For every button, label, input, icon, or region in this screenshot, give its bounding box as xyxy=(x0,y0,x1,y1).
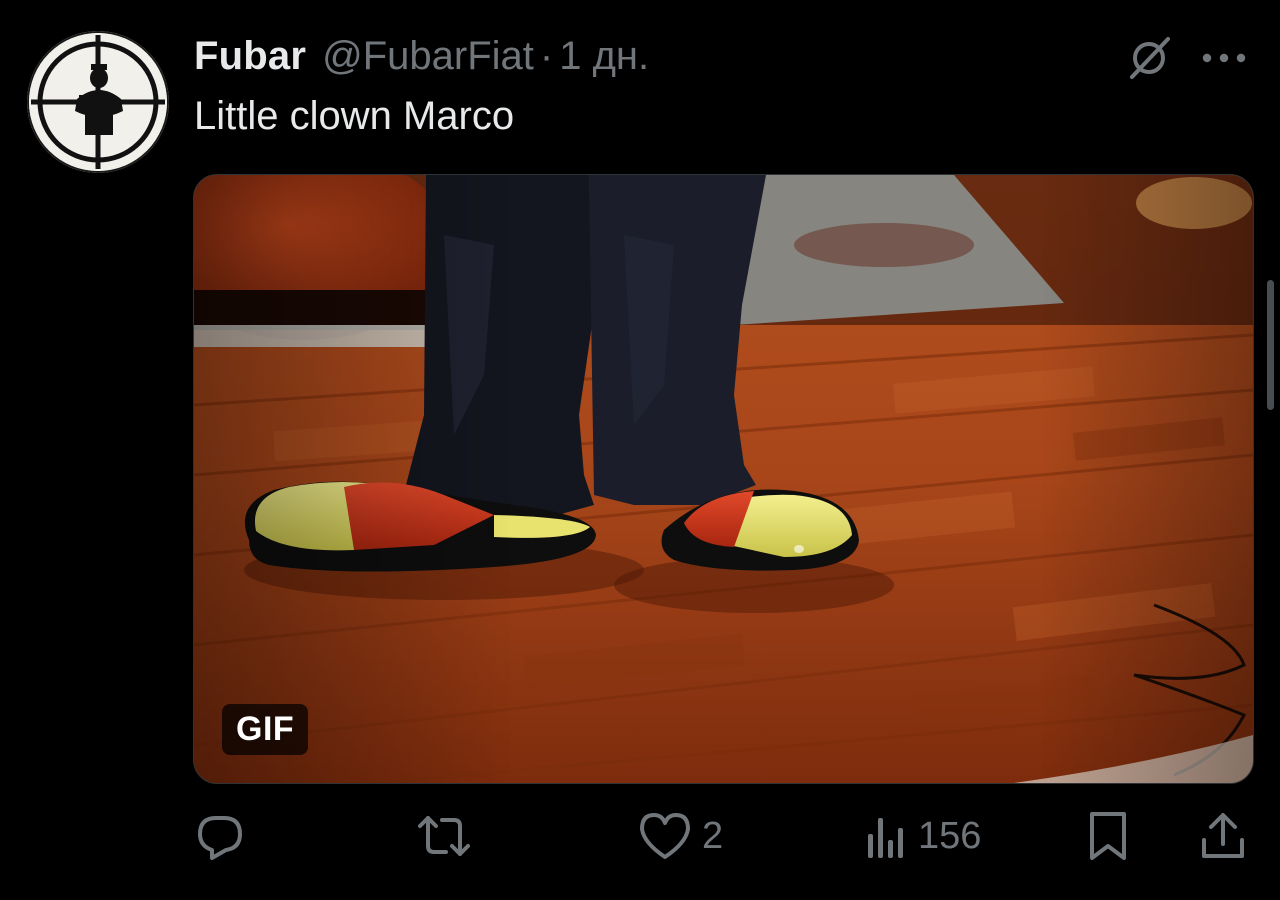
more-icon[interactable] xyxy=(1196,30,1252,86)
reply-button[interactable] xyxy=(194,806,246,866)
views-button[interactable]: 156 xyxy=(864,806,981,866)
tweet-text: Little clown Marco xyxy=(194,94,515,138)
separator-dot: · xyxy=(539,33,554,78)
bookmark-button[interactable] xyxy=(1086,806,1130,866)
tweet[interactable]: Fubar @FubarFiat · 1 дн. Little clown Ma… xyxy=(0,0,1280,900)
like-count: 2 xyxy=(702,814,724,857)
bookmark-icon xyxy=(1090,812,1126,860)
timestamp[interactable]: 1 дн. xyxy=(559,34,649,79)
share-icon xyxy=(1202,813,1244,858)
crosshair-logo xyxy=(29,33,167,171)
display-name[interactable]: Fubar xyxy=(194,34,306,79)
user-handle[interactable]: @FubarFiat xyxy=(322,34,534,79)
avatar[interactable] xyxy=(27,31,169,173)
share-button[interactable] xyxy=(1198,806,1248,866)
like-button[interactable]: 2 xyxy=(638,806,723,866)
gif-frame xyxy=(194,175,1253,783)
action-bar: 2 156 xyxy=(0,806,1280,866)
reply-icon xyxy=(198,816,242,860)
views-icon xyxy=(868,818,903,858)
scrollbar[interactable] xyxy=(1267,280,1274,410)
grok-icon[interactable] xyxy=(1121,30,1177,86)
gif-badge: GIF xyxy=(222,704,309,755)
gif-media[interactable]: GIF xyxy=(193,174,1254,784)
views-count: 156 xyxy=(918,814,982,857)
retweet-icon xyxy=(418,816,470,856)
heart-icon xyxy=(640,813,690,859)
retweet-button[interactable] xyxy=(414,806,474,866)
tweet-header: Fubar @FubarFiat · 1 дн. xyxy=(194,30,649,82)
